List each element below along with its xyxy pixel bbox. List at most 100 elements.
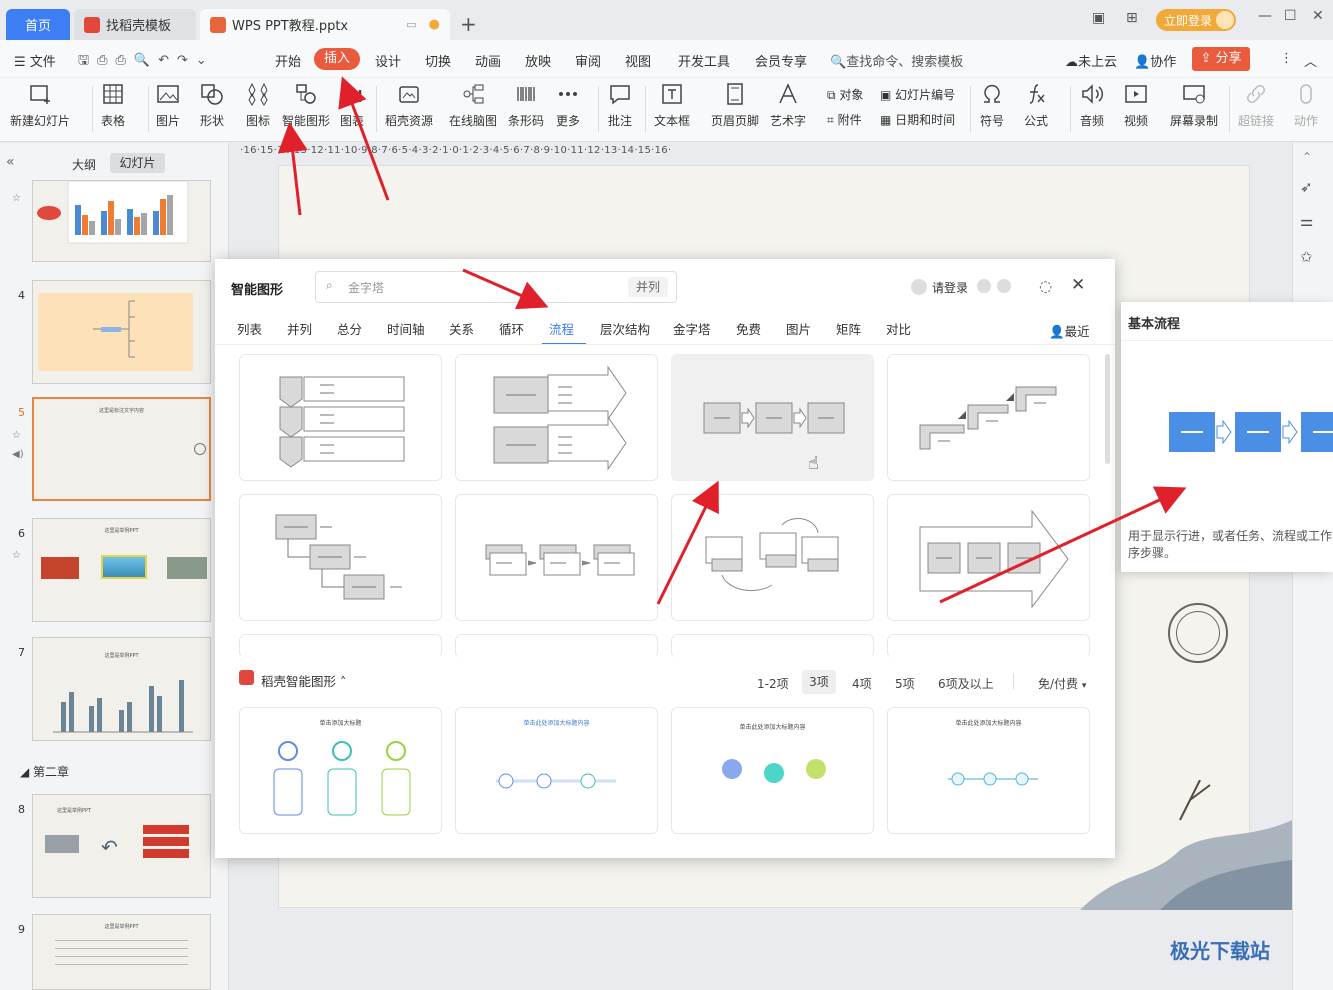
attachment-button[interactable]: ⌗ 附件 [827, 111, 862, 128]
recent-tab[interactable]: 👤最近 [1049, 321, 1090, 340]
graphic-card-partial[interactable] [887, 634, 1090, 658]
menu-start[interactable]: 开始 [275, 51, 301, 70]
maximize-icon[interactable]: ☐ [1284, 8, 1297, 24]
star-icon[interactable]: ✩ [1300, 248, 1313, 266]
minimize-icon[interactable]: — [1258, 8, 1272, 24]
category-tab-hierarchy[interactable]: 层次结构 [600, 319, 650, 338]
tab-document[interactable]: WPS PPT教程.pptx ▭ ● [200, 9, 450, 40]
graphic-card-card-process[interactable] [455, 494, 658, 621]
grid-icon[interactable]: ⊞ [1126, 10, 1138, 26]
category-tab-parallel[interactable]: 并列 [287, 319, 312, 338]
template-card-2[interactable]: 单击此处添加大标题内容 [455, 707, 658, 834]
category-tab-free[interactable]: 免费 [736, 319, 761, 338]
symbol-button[interactable]: 符号 [980, 82, 1004, 129]
cloud-status[interactable]: ☁未上云 [1065, 51, 1117, 70]
graphic-card-big-arrow[interactable] [887, 494, 1090, 621]
slide-thumbnail-9[interactable]: 这里是举例PPT [32, 914, 211, 990]
graphic-card-arrow-blocks[interactable] [455, 354, 658, 481]
category-tab-process[interactable]: 流程 [549, 319, 574, 338]
menu-slideshow[interactable]: 放映 [525, 51, 551, 70]
menu-developer[interactable]: 开发工具 [678, 51, 730, 70]
screen-record-button[interactable]: 屏幕录制 [1170, 82, 1218, 129]
template-card-4[interactable]: 单击此处添加大标题内容 [887, 707, 1090, 834]
template-card-1[interactable]: 单击添加大标题 [239, 707, 442, 834]
quick-access-icons[interactable]: 🖫⎙⎙🔍↶↷⌄ [78, 51, 215, 73]
share-button[interactable]: ⇪ 分享 [1192, 47, 1250, 71]
collapse-ribbon-icon[interactable]: ︿ [1304, 51, 1317, 70]
circle-shape[interactable] [1168, 603, 1228, 663]
login-link[interactable]: 请登录 [932, 279, 968, 296]
action-button[interactable]: 动作 [1294, 82, 1318, 129]
audio-button[interactable]: 音频 [1080, 82, 1104, 129]
rocket-icon[interactable]: ➶ [1300, 178, 1313, 196]
more-button[interactable]: 更多 [556, 82, 580, 129]
category-tab-cycle[interactable]: 循环 [499, 319, 524, 338]
graphic-card-partial[interactable] [455, 634, 658, 658]
tab-slides[interactable]: 幻灯片 [110, 153, 165, 173]
close-window-icon[interactable]: ✕ [1312, 8, 1324, 24]
category-tab-pyramid[interactable]: 金字塔 [673, 319, 711, 338]
scroll-up-icon[interactable]: ⌃ [1302, 150, 1312, 164]
graphic-card-partial[interactable] [671, 634, 874, 658]
smart-graphic-button[interactable]: 智能图形 [282, 82, 330, 129]
file-menu[interactable]: ☰ 文件 [14, 51, 56, 70]
filter-5[interactable]: 5项 [895, 675, 915, 692]
hyperlink-button[interactable]: 超链接 [1238, 82, 1274, 129]
new-slide-button[interactable]: 新建幻灯片 [10, 82, 70, 129]
menu-view[interactable]: 视图 [625, 51, 651, 70]
command-search[interactable]: 🔍查找命令、搜索模板 [830, 51, 963, 70]
filter-6-plus[interactable]: 6项及以上 [938, 675, 994, 692]
barcode-button[interactable]: 条形码 [508, 82, 544, 129]
graphic-card-step-up[interactable] [887, 354, 1090, 481]
menu-review[interactable]: 审阅 [575, 51, 601, 70]
scrollbar[interactable] [1105, 354, 1110, 464]
date-time-button[interactable]: ▦ 日期和时间 [880, 111, 955, 128]
slide-thumbnail-6[interactable]: 这里是举例PPT [32, 518, 211, 622]
slide-thumbnail-5-selected[interactable]: 这里是标注文字内容 [32, 397, 211, 501]
graphic-card-partial[interactable] [239, 634, 442, 658]
menu-design[interactable]: 设计 [375, 51, 401, 70]
tab-outline[interactable]: 大纲 [72, 156, 96, 173]
menu-animation[interactable]: 动画 [475, 51, 501, 70]
new-tab-button[interactable]: + [460, 12, 477, 36]
price-filter-dropdown[interactable]: 免/付费 ▾ [1038, 675, 1086, 692]
filter-3-selected[interactable]: 3项 [802, 670, 836, 694]
message-icon[interactable]: ◌ [1039, 277, 1052, 295]
art-text-button[interactable]: 艺术字 [770, 82, 806, 129]
monitor-icon[interactable]: ▭ [406, 18, 416, 31]
graphic-card-chevron-list[interactable] [239, 354, 442, 481]
video-button[interactable]: 视频 [1124, 82, 1148, 129]
slide-thumbnail-7[interactable]: 这里是举例PPT [32, 637, 211, 741]
login-button[interactable]: 立即登录 [1156, 9, 1236, 31]
slide-thumbnail-4[interactable] [32, 280, 211, 384]
filter-4[interactable]: 4项 [852, 675, 872, 692]
collapse-panel-icon[interactable]: « [6, 154, 15, 170]
picture-button[interactable]: 图片 [156, 82, 180, 129]
comment-button[interactable]: 批注 [608, 82, 632, 129]
graphic-card-staircase[interactable] [239, 494, 442, 621]
shape-button[interactable]: 形状 [200, 82, 224, 129]
search-tag[interactable]: 并列 [628, 277, 668, 297]
slide-number-button[interactable]: ▣ 幻灯片编号 [880, 86, 955, 103]
section-header[interactable]: ◢ 第二章 [20, 763, 69, 780]
menu-member[interactable]: 会员专享 [755, 51, 807, 70]
chart-button[interactable]: 图表 [340, 82, 364, 129]
tab-template[interactable]: 找稻壳模板 [74, 9, 196, 40]
category-tab-timeline[interactable]: 时间轴 [387, 319, 425, 338]
docer-section-toggle[interactable]: 稻壳智能图形 ˄ [261, 671, 346, 690]
layout-icon[interactable]: ▣ [1092, 10, 1105, 26]
graphic-card-cycle-process[interactable] [671, 494, 874, 621]
category-tab-picture[interactable]: 图片 [786, 319, 811, 338]
icon-button[interactable]: 图标 [246, 82, 270, 129]
docer-resource-button[interactable]: 稻壳资源 [385, 82, 433, 129]
template-card-3[interactable]: 单击此处添加大标题内容 [671, 707, 874, 834]
category-tab-matrix[interactable]: 矩阵 [836, 319, 861, 338]
category-tab-relation[interactable]: 关系 [449, 319, 474, 338]
search-input[interactable]: ⌕ 金字塔 并列 [315, 271, 677, 303]
menu-insert[interactable]: 插入 [314, 48, 360, 70]
header-footer-button[interactable]: 页眉页脚 [711, 82, 759, 129]
mindmap-button[interactable]: 在线脑图 [449, 82, 497, 129]
slide-thumbnail-3[interactable] [32, 180, 211, 262]
slide-thumbnail-8[interactable]: 这里是举例PPT ↶ [32, 794, 211, 898]
textbox-button[interactable]: 文本框 [654, 82, 690, 129]
